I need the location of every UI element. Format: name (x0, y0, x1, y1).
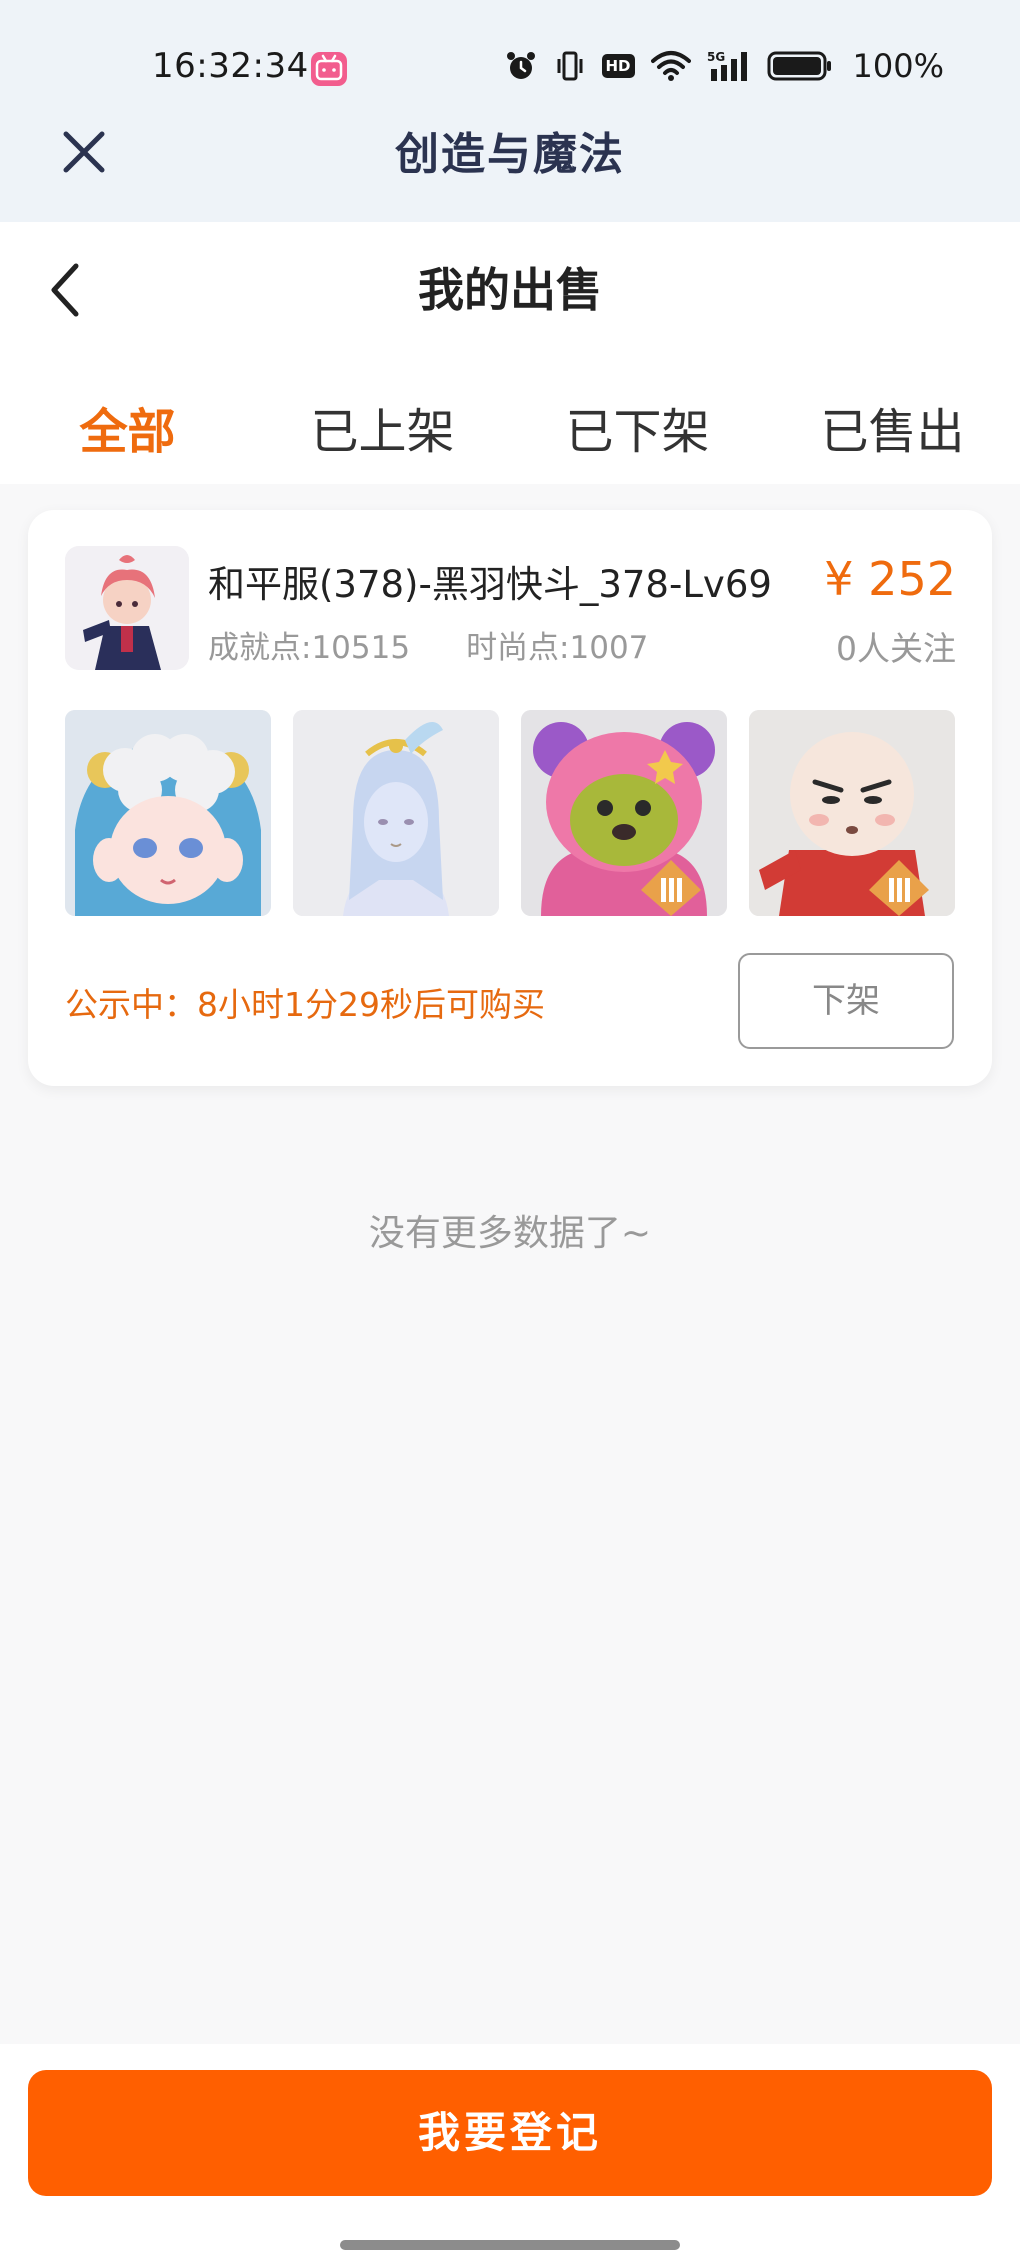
vibrate-icon (554, 49, 586, 83)
character-avatar (65, 546, 189, 670)
battery-percent: 100% (852, 47, 944, 85)
status-time: 16:32:34 (152, 46, 309, 86)
tab-sold[interactable]: 已售出 (765, 382, 1020, 482)
status-bar: 16:32:34 HD 5G 100% (0, 0, 1020, 112)
listing-price: ¥ 252 (824, 552, 956, 606)
follower-count: 0人关注 (836, 629, 956, 668)
listing-stats: 成就点:10515 时尚点:1007 (208, 622, 648, 667)
sheep-hood-avatar[interactable] (65, 710, 271, 916)
listing-title: 和平服(378)-黑羽快斗_378-Lv69 (208, 563, 772, 606)
fashion-points: 时尚点:1007 (466, 630, 649, 666)
pink-bear-avatar[interactable] (521, 710, 727, 916)
tab-listed[interactable]: 已上架 (255, 382, 510, 482)
home-indicator[interactable] (340, 2240, 680, 2250)
page-title: 我的出售 (418, 263, 602, 317)
bald-boy-avatar[interactable] (749, 710, 955, 916)
status-icons: HD 5G 100% (504, 44, 944, 88)
app-header: 创造与魔法 (0, 112, 1020, 222)
tab-delisted[interactable]: 已下架 (510, 382, 765, 482)
white-spirit-avatar[interactable] (293, 710, 499, 916)
delist-button[interactable]: 下架 (738, 953, 954, 1049)
hd-icon: HD (601, 54, 635, 78)
wifi-icon (650, 50, 691, 82)
listing-card[interactable]: 和平服(378)-黑羽快斗_378-Lv69 成就点:10515 时尚点:100… (28, 510, 992, 1086)
alarm-icon (504, 49, 538, 83)
page-header: 我的出售 全部 已上架 已下架 已售出 (0, 222, 1020, 484)
achievement-points: 成就点:10515 (208, 630, 411, 666)
no-more-data-text: 没有更多数据了~ (368, 1213, 652, 1254)
register-button[interactable]: 我要登记 (28, 2070, 992, 2196)
tab-all[interactable]: 全部 (0, 382, 255, 482)
bilibili-notification-icon (311, 52, 347, 86)
publicity-notice: 公示中：8小时1分29秒后可购买 (65, 985, 545, 1024)
bottom-action-bar: 我要登记 (0, 2044, 1020, 2267)
appearance-gallery (65, 710, 955, 916)
signal-5g-icon: 5G (707, 49, 751, 83)
svg-text:5G: 5G (707, 50, 725, 64)
battery-icon (767, 50, 833, 82)
bilibili-glyph (315, 54, 343, 81)
status-tabs: 全部 已上架 已下架 已售出 (0, 382, 1020, 482)
app-title: 创造与魔法 (395, 129, 625, 180)
